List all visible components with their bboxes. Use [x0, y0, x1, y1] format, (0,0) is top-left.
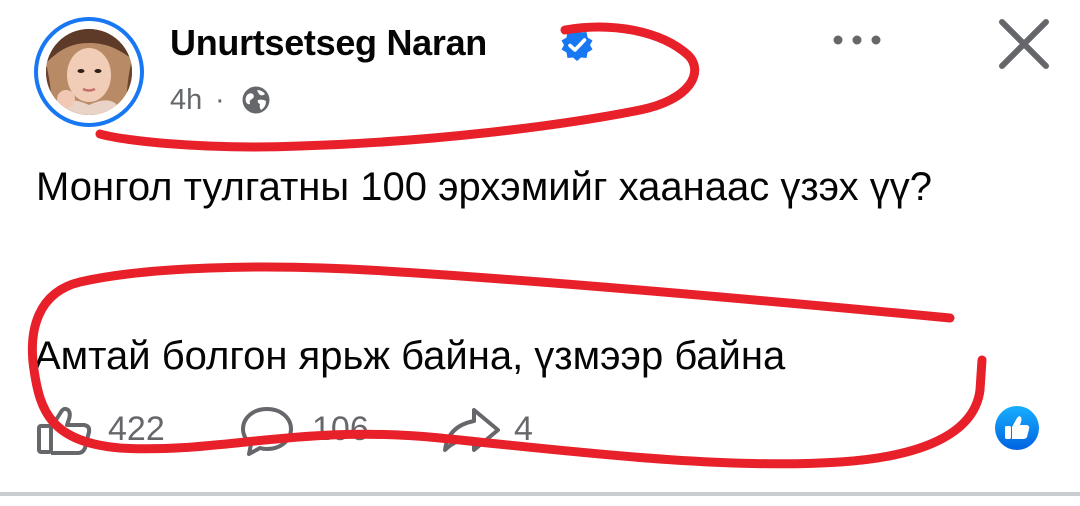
timestamp-separator: ·: [215, 84, 225, 116]
close-button[interactable]: [992, 12, 1056, 76]
avatar-photo: [46, 29, 132, 115]
like-button[interactable]: 422: [36, 404, 186, 458]
comment-button[interactable]: 106: [240, 404, 390, 458]
post-timestamp[interactable]: 4h: [170, 84, 202, 117]
thumbs-up-icon: [37, 406, 92, 455]
globe-icon: [242, 86, 270, 114]
facebook-post-card: Unurtsetseg Naran 4h · Монгол тулгатны 1…: [0, 0, 1080, 506]
like-reaction-icon[interactable]: [994, 405, 1040, 451]
comment-count: 106: [312, 410, 369, 448]
share-button[interactable]: 4: [440, 404, 550, 458]
share-count: 4: [514, 410, 533, 448]
share-arrow-icon: [443, 408, 500, 452]
more-dots-icon: [833, 35, 881, 45]
verified-badge-icon: [561, 29, 593, 61]
more-options-button[interactable]: [826, 20, 888, 60]
author-avatar[interactable]: [34, 17, 144, 127]
post-divider: [0, 492, 1080, 496]
post-text: Монгол тулгатны 100 эрхэмийг хаанаас үзэ…: [36, 165, 932, 209]
author-name[interactable]: Unurtsetseg Naran: [170, 22, 487, 64]
close-icon: [999, 19, 1049, 69]
post-text-second-paragraph: Амтай болгон ярьж байна, үзмээр байна: [34, 334, 786, 378]
comment-bubble-icon: [241, 407, 293, 456]
like-count: 422: [108, 410, 165, 448]
